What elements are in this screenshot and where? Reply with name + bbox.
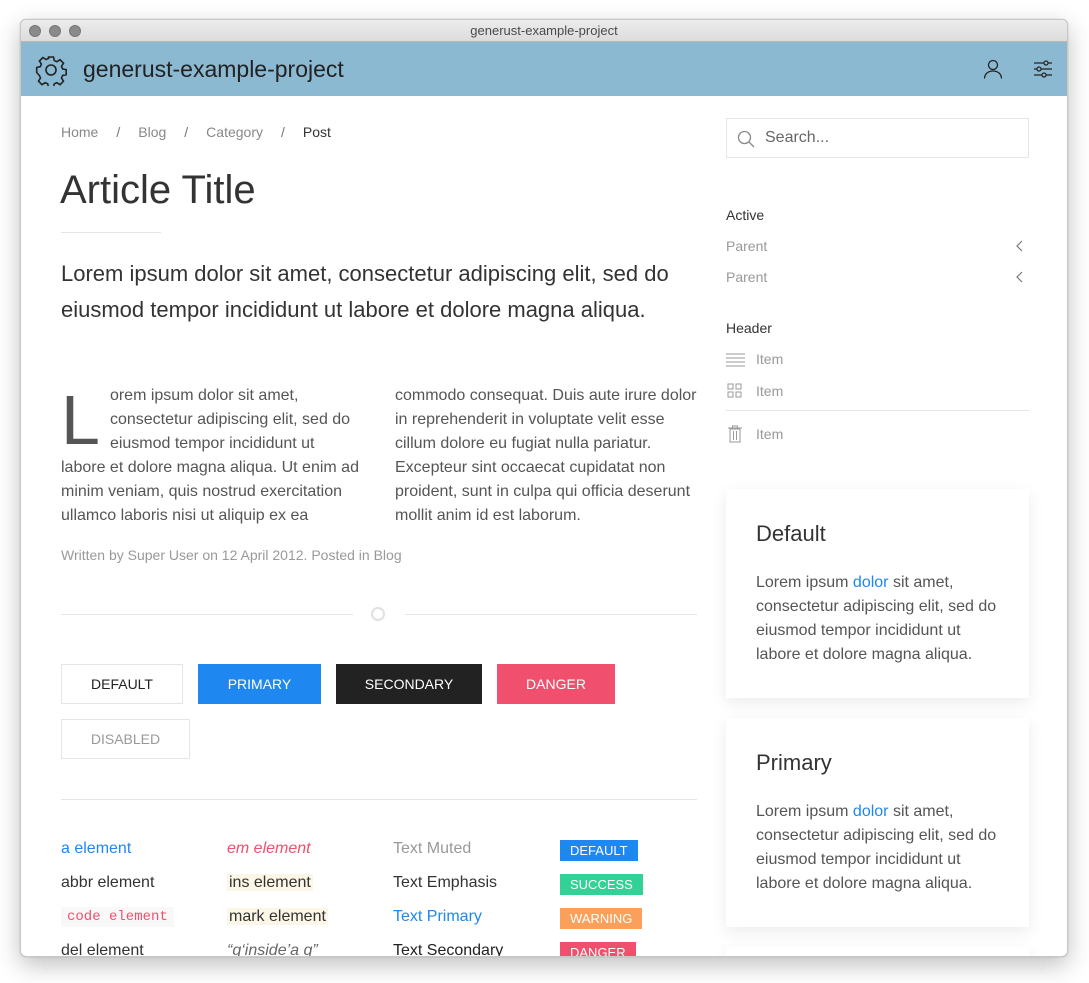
window-titlebar: generust-example-project bbox=[21, 20, 1067, 42]
text-secondary: Text Secondary bbox=[393, 942, 504, 957]
gear-icon[interactable] bbox=[35, 54, 67, 86]
search-input[interactable] bbox=[765, 119, 1015, 157]
text-emphasis: Text Emphasis bbox=[393, 874, 498, 891]
card-title: Default bbox=[756, 521, 826, 546]
divider-line-right bbox=[405, 614, 697, 615]
grid-icon bbox=[727, 383, 742, 398]
nav-item-parent-label: Parent bbox=[726, 269, 768, 285]
close-window-button[interactable] bbox=[29, 25, 41, 37]
article-title: Article Title bbox=[60, 168, 256, 212]
mark-element: mark element bbox=[227, 908, 328, 925]
article-meta: Written by Super User on 12 April 2012. … bbox=[61, 547, 402, 563]
card-body: Lorem ipsum dolor sit amet, consectetur … bbox=[756, 800, 999, 896]
search-icon bbox=[737, 130, 755, 148]
breadcrumb-blog[interactable]: Blog bbox=[138, 124, 166, 140]
card-link[interactable]: dolor bbox=[853, 803, 889, 820]
article-columns: Lorem ipsum dolor sit amet, consectetur … bbox=[61, 384, 697, 528]
card-link[interactable]: dolor bbox=[853, 574, 889, 591]
nav-item-grid[interactable]: Item bbox=[726, 380, 1029, 402]
window-controls bbox=[29, 25, 81, 37]
nav-item-label: Item bbox=[756, 383, 784, 399]
nav-item-label: Item bbox=[756, 351, 784, 367]
article-lead: Lorem ipsum dolor sit amet, consectetur … bbox=[61, 261, 669, 322]
list-icon bbox=[726, 353, 745, 367]
card-next bbox=[726, 947, 1029, 956]
card-text: Lorem ipsum bbox=[756, 574, 853, 591]
nav-header: Header bbox=[726, 320, 772, 336]
card-default: Default Lorem ipsum dolor sit amet, cons… bbox=[726, 489, 1029, 698]
del-element: del element bbox=[61, 942, 144, 957]
minimize-window-button[interactable] bbox=[49, 25, 61, 37]
code-element: code element bbox=[61, 907, 174, 927]
app-header: generust-example-project bbox=[21, 42, 1067, 96]
breadcrumb-separator: / bbox=[116, 124, 121, 140]
a-element-link[interactable]: a element bbox=[61, 840, 131, 857]
article-column-2: commodo consequat. Duis aute irure dolor… bbox=[395, 387, 697, 524]
text-muted: Text Muted bbox=[393, 840, 472, 857]
badge-danger: DANGER bbox=[560, 942, 636, 956]
nav-divider bbox=[726, 410, 1029, 411]
browser-window: generust-example-project generust-exampl… bbox=[20, 19, 1068, 957]
chevron-left-icon[interactable] bbox=[1015, 271, 1025, 283]
nav-item-label: Item bbox=[756, 426, 784, 442]
nav-item-parent-label: Parent bbox=[726, 238, 768, 254]
badge-warning: WARNING bbox=[560, 908, 643, 929]
danger-button[interactable]: DANGER bbox=[497, 664, 615, 704]
settings-sliders-icon[interactable] bbox=[1032, 58, 1054, 80]
nav-item-active[interactable]: Active bbox=[726, 204, 1029, 226]
card-body: Lorem ipsum dolor sit amet, consectetur … bbox=[756, 571, 999, 667]
secondary-button[interactable]: SECONDARY bbox=[336, 664, 482, 704]
chevron-left-icon[interactable] bbox=[1015, 240, 1025, 252]
breadcrumb: Home / Blog / Category / Post bbox=[61, 124, 331, 140]
window-title: generust-example-project bbox=[470, 23, 618, 38]
breadcrumb-separator: / bbox=[184, 124, 189, 140]
q-element: “q‘inside’a q” bbox=[227, 942, 318, 957]
app-title[interactable]: generust-example-project bbox=[83, 56, 344, 83]
badge-success: SUCCESS bbox=[560, 874, 643, 895]
divider-icon bbox=[61, 606, 697, 622]
card-title: Primary bbox=[756, 750, 832, 775]
nav-item-list[interactable]: Item bbox=[726, 348, 1029, 370]
default-button[interactable]: DEFAULT bbox=[61, 664, 183, 704]
page-content: Home / Blog / Category / Post Article Ti… bbox=[21, 96, 1067, 956]
title-divider bbox=[61, 232, 161, 233]
card-text: Lorem ipsum bbox=[756, 803, 853, 820]
breadcrumb-home[interactable]: Home bbox=[61, 124, 98, 140]
article-column-1-text: orem ipsum dolor sit amet, consectetur a… bbox=[61, 387, 359, 524]
badge-default: DEFAULT bbox=[560, 840, 638, 861]
nav-item-parent[interactable]: Parent bbox=[726, 235, 1029, 257]
disabled-button: DISABLED bbox=[61, 719, 190, 759]
circle-icon bbox=[371, 607, 385, 621]
dropcap: L bbox=[61, 381, 100, 459]
trash-icon bbox=[728, 425, 742, 443]
nav-item-trash[interactable]: Item bbox=[726, 423, 1029, 445]
abbr-element: abbr element bbox=[61, 874, 155, 891]
breadcrumb-separator: / bbox=[280, 124, 285, 140]
search-box[interactable] bbox=[726, 118, 1029, 158]
breadcrumb-category[interactable]: Category bbox=[206, 124, 263, 140]
text-primary: Text Primary bbox=[393, 908, 482, 925]
em-element: em element bbox=[227, 840, 311, 857]
section-divider bbox=[61, 799, 697, 800]
maximize-window-button[interactable] bbox=[69, 25, 81, 37]
ins-element: ins element bbox=[227, 874, 313, 891]
article-column-1: Lorem ipsum dolor sit amet, consectetur … bbox=[61, 384, 363, 528]
primary-button[interactable]: PRIMARY bbox=[198, 664, 321, 704]
user-icon[interactable] bbox=[982, 58, 1004, 80]
nav-item-parent[interactable]: Parent bbox=[726, 266, 1029, 288]
card-primary: Primary Lorem ipsum dolor sit amet, cons… bbox=[726, 718, 1029, 927]
divider-line-left bbox=[61, 614, 353, 615]
breadcrumb-current: Post bbox=[302, 124, 331, 140]
